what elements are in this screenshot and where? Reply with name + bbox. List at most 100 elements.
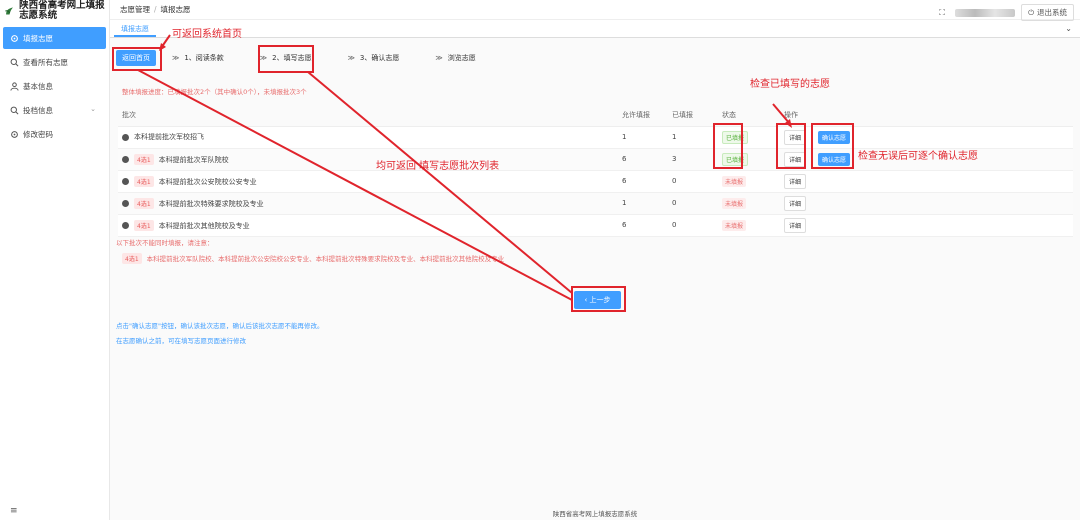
chevron-down-icon[interactable]: ⌄: [1065, 24, 1072, 33]
status-badge: 已填报: [722, 130, 749, 144]
breadcrumb: 志愿管理 / 填报志愿: [120, 4, 191, 15]
logo: 陕西省高考网上填报志愿系统: [0, 0, 109, 22]
annotation-home-text: 可返回系统首页: [172, 29, 242, 40]
annotation-check-text: 检查已填写的志愿: [750, 79, 830, 90]
sidebar-item-label: 填报志愿: [23, 33, 53, 43]
status-badge: 未填报: [722, 175, 747, 187]
tip-line: 在志愿确认之前，可在填写志愿页面进行修改: [116, 337, 246, 345]
status-badge: 未填报: [722, 219, 747, 231]
step-fill-application[interactable]: ≫ 2、填写志愿: [260, 53, 312, 63]
sidebar-item-view-all[interactable]: 查看所有志愿: [3, 51, 106, 73]
batch-name: 本科提前批次其他院校及专业: [158, 221, 250, 230]
step-label: 1、阅读条款: [184, 54, 224, 62]
allowed-count: 6: [618, 148, 668, 171]
filled-count: 0: [668, 170, 718, 193]
batch-name: 本科提前批次特殊要求院校及专业: [158, 199, 264, 208]
exclusive-batches: 本科提前批次军队院校、本科提前批次公安院校公安专业、本科提前批次特殊要求院校及专…: [146, 255, 505, 263]
allowed-count: 6: [618, 214, 668, 237]
sidebar-item-basic-info[interactable]: 基本信息: [3, 75, 106, 97]
batch-name: 本科提前批次军校招飞: [134, 133, 204, 141]
table-row: 4选1 本科提前批次其他院校及专业 6 0 未填报 详细: [118, 214, 1073, 237]
column-header-batch: 批次: [118, 104, 618, 127]
choice-tag: 4选1: [134, 153, 154, 165]
breadcrumb-item[interactable]: 志愿管理: [120, 5, 150, 14]
alert-circle-icon: [122, 200, 129, 207]
progress-summary: 整体填报进度：已填报批次2个（其中确认0个），未填报批次3个: [122, 88, 307, 96]
logout-label: 退出系统: [1037, 8, 1067, 17]
gear-icon: [10, 130, 19, 139]
detail-button[interactable]: 详细: [784, 151, 807, 167]
step-confirm-application[interactable]: ≫ 3、确认志愿: [348, 53, 400, 63]
logout-icon: ⏻: [1028, 7, 1034, 17]
sidebar-item-label: 修改密码: [23, 129, 53, 139]
footer: 陕西省高考网上填报志愿系统: [110, 508, 1080, 520]
confirm-button[interactable]: 确认志愿: [818, 130, 851, 144]
choice-tag: 4选1: [122, 253, 142, 264]
tab-fill-application[interactable]: 填报志愿: [114, 22, 156, 37]
double-chevron-icon: ≫: [347, 54, 355, 62]
top-header: 志愿管理 / 填报志愿 ⛶ ⏻ 退出系统: [110, 0, 1080, 21]
column-header-actions: 操作: [780, 104, 1073, 127]
user-name-blurred: [955, 8, 1016, 17]
logout-button[interactable]: ⏻ 退出系统: [1021, 4, 1074, 21]
search-icon: [10, 106, 19, 115]
column-header-allowed: 允许填报: [618, 104, 668, 127]
main-content: 返回首页 ≫ 1、阅读条款 ≫ 2、填写志愿 ≫ 3、确认志愿 ≫ 浏览志愿 整体填报进…: [110, 38, 1080, 508]
step-navigation: 返回首页 ≫ 1、阅读条款 ≫ 2、填写志愿 ≫ 3、确认志愿 ≫ 浏览志愿: [116, 50, 512, 66]
confirm-button[interactable]: 确认志愿: [818, 152, 851, 166]
table-header-row: 批次 允许填报 已填报 状态 操作: [118, 104, 1073, 127]
fullscreen-icon[interactable]: ⛶: [935, 8, 949, 18]
status-badge: 已填报: [722, 152, 749, 166]
double-chevron-icon: ≫: [259, 54, 267, 62]
sidebar: 陕西省高考网上填报志愿系统 填报志愿 查看所有志愿 基本信息 投档信息 ⌄ 修改…: [0, 0, 110, 520]
table-row: 4选1 本科提前批次特殊要求院校及专业 1 0 未填报 详细: [118, 192, 1073, 215]
filled-count: 0: [668, 192, 718, 215]
step-label: 浏览志愿: [447, 54, 476, 62]
table-row: 4选1 本科提前批次公安院校公安专业 6 0 未填报 详细: [118, 170, 1073, 193]
tip-line: 点击"确认志愿"按钮，确认该批次志愿，确认后该批次志愿不能再修改。: [116, 322, 324, 330]
gear-icon: [10, 34, 19, 43]
detail-button[interactable]: 详细: [784, 217, 807, 233]
detail-button[interactable]: 详细: [784, 173, 807, 189]
step-label: 3、确认志愿: [359, 54, 400, 62]
exclusive-note-heading: 以下批次不能同时填报，请注意：: [116, 239, 214, 247]
choice-tag: 4选1: [134, 219, 154, 231]
menu-collapse-icon[interactable]: ≡: [10, 506, 18, 516]
alert-circle-icon: [122, 178, 129, 185]
allowed-count: 1: [618, 192, 668, 215]
detail-button[interactable]: 详细: [784, 129, 807, 145]
filled-count: 1: [668, 126, 718, 149]
sidebar-item-label: 投档信息: [23, 105, 53, 115]
system-title: 陕西省高考网上填报志愿系统: [19, 0, 105, 21]
double-chevron-icon: ≫: [172, 54, 179, 62]
tag-tabbar: 填报志愿 ⌄: [110, 20, 1080, 38]
logo-emblem-icon: [5, 7, 14, 15]
breadcrumb-item-current: 填报志愿: [160, 5, 191, 14]
user-icon: [10, 81, 19, 91]
sidebar-item-label: 查看所有志愿: [23, 57, 68, 67]
step-browse-application[interactable]: ≫ 浏览志愿: [435, 53, 475, 63]
step-read-terms[interactable]: ≫ 1、阅读条款: [172, 53, 224, 63]
allowed-count: 6: [618, 170, 668, 193]
return-home-button[interactable]: 返回首页: [116, 50, 156, 66]
search-icon: [10, 58, 19, 67]
filled-count: 3: [668, 148, 718, 171]
sidebar-item-change-password[interactable]: 修改密码: [3, 123, 106, 145]
batch-table: 批次 允许填报 已填报 状态 操作 本科提前批次军校招飞 1 1 已填报 详细确…: [118, 104, 1073, 237]
column-header-status: 状态: [718, 104, 780, 127]
batch-name: 本科提前批次军队院校: [158, 155, 229, 164]
sidebar-item-admission-info[interactable]: 投档信息 ⌄: [3, 99, 106, 121]
annotation-back-text: 均可返回 填写志愿批次列表: [376, 161, 500, 172]
detail-button[interactable]: 详细: [784, 195, 807, 211]
column-header-filled: 已填报: [668, 104, 718, 127]
exclusive-note-line: 4选1 本科提前批次军队院校、本科提前批次公安院校公安专业、本科提前批次特殊要求院…: [122, 253, 504, 264]
choice-tag: 4选1: [134, 197, 154, 209]
previous-step-button[interactable]: ‹ 上一步: [574, 291, 621, 309]
sidebar-item-fill-application[interactable]: 填报志愿: [3, 27, 106, 49]
step-label: 2、填写志愿: [272, 54, 312, 62]
chevron-down-icon: ⌄: [90, 105, 96, 113]
annotation-confirm-text: 检查无误后可逐个确认志愿: [858, 151, 978, 162]
check-circle-icon: [122, 133, 129, 141]
filled-count: 0: [668, 214, 718, 237]
double-chevron-icon: ≫: [435, 54, 442, 62]
